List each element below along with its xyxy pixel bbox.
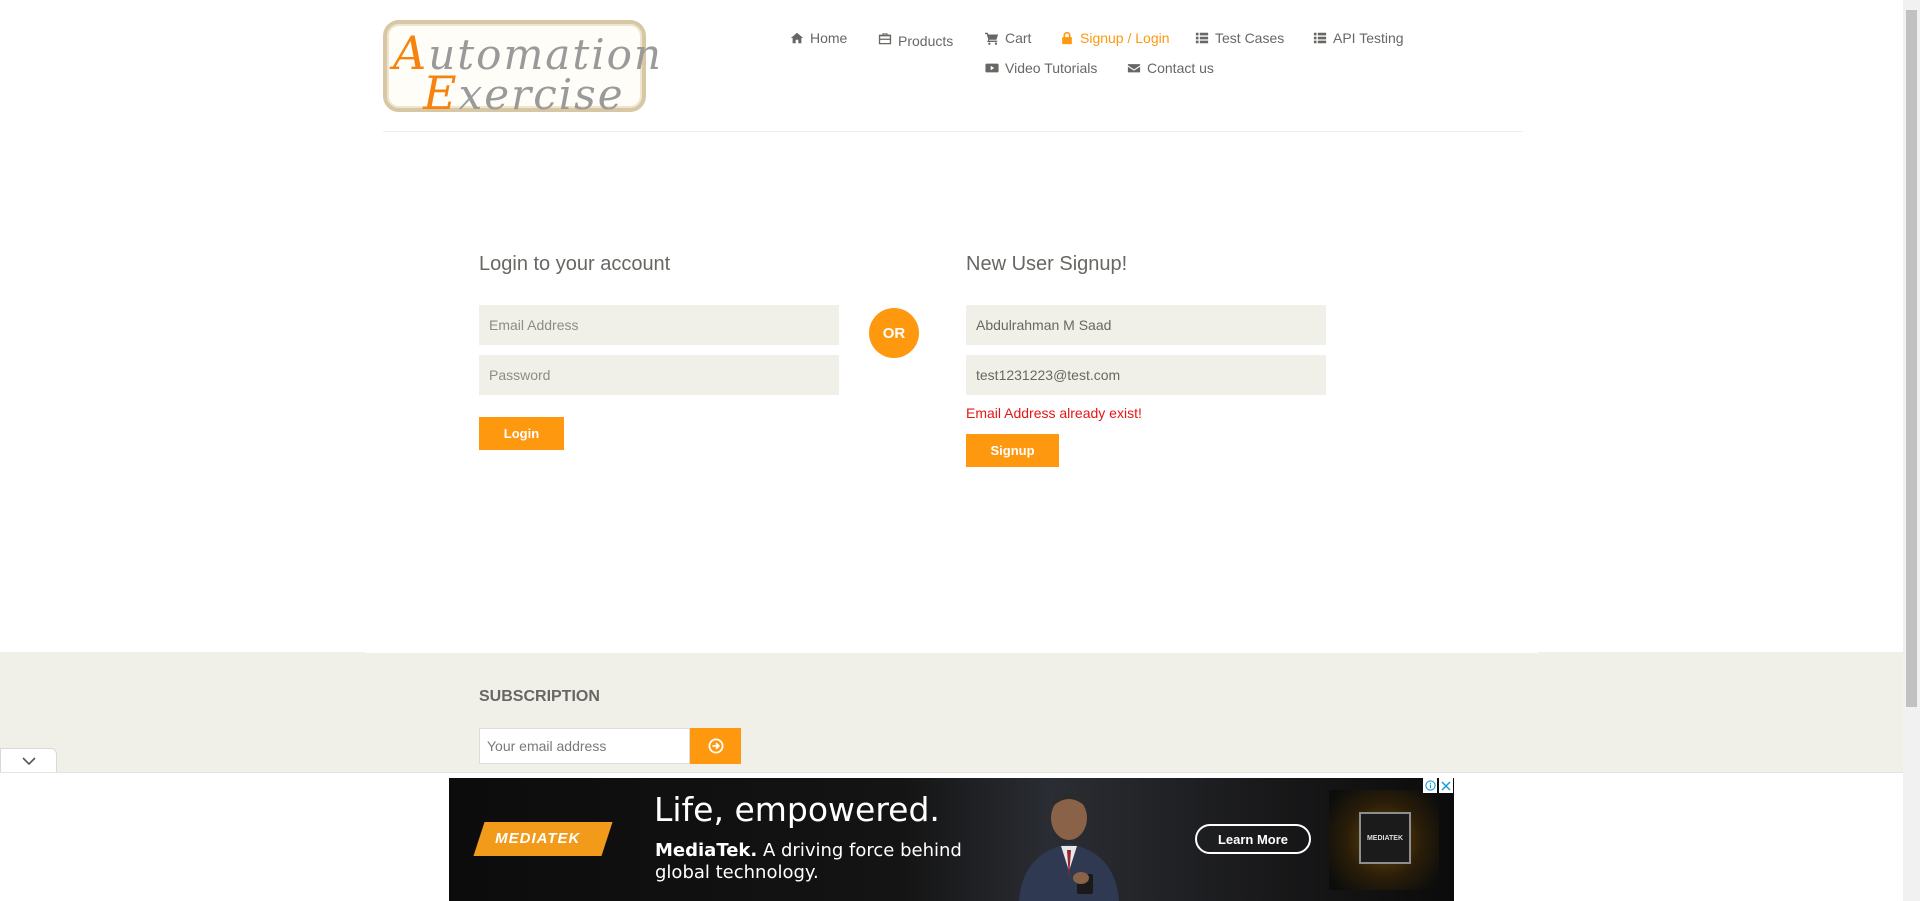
signup-error-message: Email Address already exist! [966,405,1142,421]
nav-signup-login[interactable]: Signup / Login [1060,30,1170,46]
mediatek-ad-banner[interactable]: MEDIATEK Life, empowered. MediaTek. A dr… [449,778,1454,901]
nav-cart[interactable]: Cart [985,30,1031,46]
nav-cart-label: Cart [1005,30,1032,46]
nav-products-label: Products [898,33,954,49]
page: Automation Exercise Home Products Cart S… [0,0,1920,901]
ad-headline: Life, empowered. [654,790,940,829]
nav-api-testing-label: API Testing [1333,30,1404,46]
logo-line-2: Exercise [423,66,625,120]
login-title: Login to your account [479,253,671,275]
subscription-email-input[interactable] [479,728,690,764]
ad-close-icon[interactable] [1439,778,1453,793]
nav-home-label: Home [810,30,848,46]
nav-products[interactable]: Products [878,31,954,49]
youtube-play-icon [985,63,999,73]
site-logo[interactable]: Automation Exercise [383,20,661,120]
nav-signup-login-label: Signup / Login [1080,30,1170,46]
mediatek-logo: MEDIATEK [473,822,613,856]
ad-info-icon[interactable] [1423,778,1437,793]
ad-learn-more-button[interactable]: Learn More [1195,824,1311,854]
nav-api-testing[interactable]: API Testing [1313,30,1404,46]
signup-name-input[interactable] [966,305,1326,345]
login-button[interactable]: Login [479,417,564,450]
home-icon [790,32,804,44]
subscribe-button[interactable] [690,728,741,764]
nav-test-cases-label: Test Cases [1215,30,1285,46]
login-email-input[interactable] [479,305,839,345]
signup-email-input[interactable] [966,355,1326,395]
chevron-down-icon [21,757,36,766]
nav-video-tutorials-label: Video Tutorials [1005,60,1098,76]
subscription-title: SUBSCRIPTION [479,688,600,705]
ad-corner-controls [1423,778,1454,793]
ad-person-image [1019,794,1119,901]
ad-chip-image: MEDIATEK [1329,790,1439,890]
envelope-icon [1127,64,1141,73]
ad-chip-die: MEDIATEK [1359,812,1411,864]
footer-top-edge [365,652,1538,653]
nav-home[interactable]: Home [790,30,847,46]
nav-test-cases[interactable]: Test Cases [1195,30,1284,46]
list-icon [1313,32,1327,44]
or-divider: OR [869,308,919,358]
ad-subtext: MediaTek. A driving force behind global … [655,840,962,883]
cart-icon [985,32,999,45]
signup-title: New User Signup! [966,253,1128,275]
login-password-input[interactable] [479,355,839,395]
signup-button[interactable]: Signup [966,434,1059,467]
ad-collapse-toggle[interactable] [0,748,57,773]
header-divider [383,131,1523,132]
list-icon [1195,32,1209,44]
lock-icon [1062,31,1072,45]
nav-contact-us-label: Contact us [1147,60,1214,76]
products-icon [878,33,892,45]
nav-contact-us[interactable]: Contact us [1127,60,1214,76]
arrow-circle-right-icon [708,738,723,754]
scrollbar-thumb[interactable] [1906,10,1917,707]
nav-video-tutorials[interactable]: Video Tutorials [985,60,1097,76]
